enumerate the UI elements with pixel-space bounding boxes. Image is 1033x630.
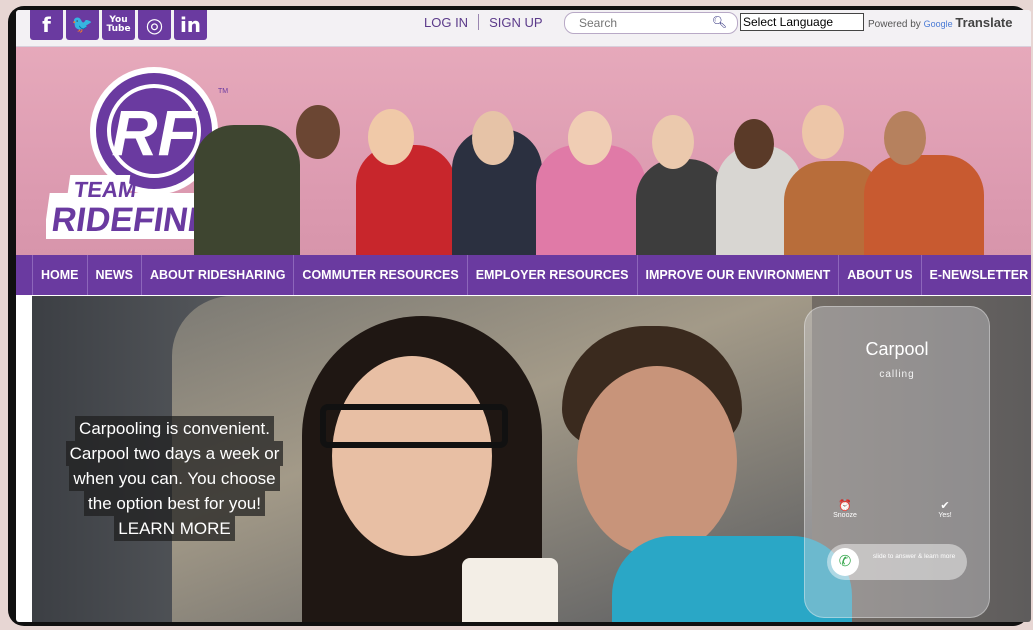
answer-slider[interactable]: ✆ slide to answer & learn more — [827, 544, 967, 580]
learn-more-link[interactable]: LEARN MORE — [114, 516, 235, 541]
banner-person — [636, 159, 728, 255]
alarm-icon: ⏰ — [838, 500, 852, 512]
nav-news[interactable]: NEWS — [88, 255, 142, 295]
slider-label: slide to answer & learn more — [872, 553, 956, 560]
translate-link[interactable]: Translate — [955, 15, 1012, 30]
coffee-cup — [462, 558, 558, 622]
man-face — [577, 366, 737, 556]
nav-commuter-resources[interactable]: COMMUTER RESOURCES — [294, 255, 468, 295]
nav-about-us[interactable]: ABOUT US — [839, 255, 922, 295]
callout-line: Carpooling is convenient. — [75, 416, 274, 441]
call-title: Carpool — [865, 339, 929, 359]
header-banner: RF TM TEAM RIDEFINDERS — [16, 47, 1031, 255]
woman-glasses — [320, 404, 508, 448]
google-logo: Google — [923, 19, 953, 29]
banner-person — [356, 145, 456, 255]
nav-e-newsletter[interactable]: E-NEWSLETTER — [922, 255, 1031, 295]
phone-icon[interactable]: ✆ — [831, 548, 859, 576]
banner-person-head — [368, 109, 414, 165]
twitter-icon[interactable]: 🐦 — [66, 10, 99, 40]
main-nav: HOME NEWS ABOUT RIDESHARING COMMUTER RES… — [16, 255, 1031, 295]
svg-text:TEAM: TEAM — [72, 177, 138, 202]
banner-person-head — [734, 119, 774, 169]
search-box: 🔍︎ — [564, 12, 738, 34]
yes-label: Yes! — [938, 512, 952, 519]
login-link[interactable]: LOG IN — [424, 15, 468, 30]
banner-person-head — [568, 111, 612, 165]
powered-by-label: Powered by — [868, 19, 921, 30]
snooze-button[interactable]: ⏰ Snooze — [827, 499, 863, 519]
callout-line: the option best for you! — [84, 491, 265, 516]
banner-person-head — [472, 111, 514, 165]
search-icon[interactable]: 🔍︎ — [712, 15, 727, 29]
banner-person — [864, 155, 984, 255]
callout-line: Carpool two days a week or — [65, 441, 284, 466]
incoming-call-card: Carpool calling ⏰ Snooze ✔ Yes! ✆ slide … — [804, 306, 990, 618]
hero-slide[interactable]: Carpooling is convenient. Carpool two da… — [32, 296, 1031, 622]
language-select[interactable]: Select Language — [740, 13, 864, 31]
nav-improve-environment[interactable]: IMPROVE OUR ENVIRONMENT — [638, 255, 840, 295]
linkedin-icon[interactable]: in — [174, 10, 207, 40]
auth-links: LOG IN SIGN UP — [424, 14, 543, 30]
browser-viewport: f 🐦 You Tube ◎ in LOG IN SIGN UP 🔍︎ Sele… — [16, 10, 1031, 622]
facebook-icon[interactable]: f — [30, 10, 63, 40]
search-input[interactable] — [577, 15, 711, 31]
social-links: f 🐦 You Tube ◎ in — [30, 10, 207, 40]
youtube-icon[interactable]: You Tube — [102, 10, 135, 40]
banner-person-head — [296, 105, 340, 159]
top-bar: f 🐦 You Tube ◎ in LOG IN SIGN UP 🔍︎ Sele… — [16, 10, 1031, 47]
nav-about-ridesharing[interactable]: ABOUT RIDESHARING — [142, 255, 295, 295]
hero-callout: Carpooling is convenient. Carpool two da… — [52, 416, 297, 541]
instagram-icon[interactable]: ◎ — [138, 10, 171, 40]
yes-button[interactable]: ✔ Yes! — [927, 499, 963, 519]
banner-person — [194, 125, 300, 255]
banner-person-head — [884, 111, 926, 165]
google-translate-credit: Powered by Google Translate — [868, 15, 1013, 30]
banner-person-head — [802, 105, 844, 159]
snooze-label: Snooze — [833, 512, 857, 519]
nav-employer-resources[interactable]: EMPLOYER RESOURCES — [468, 255, 638, 295]
svg-text:RF: RF — [111, 97, 198, 169]
callout-line: when you can. You choose — [69, 466, 280, 491]
divider — [478, 14, 480, 30]
woman-face — [332, 356, 492, 556]
signup-link[interactable]: SIGN UP — [489, 15, 542, 30]
nav-home[interactable]: HOME — [32, 255, 88, 295]
banner-person-head — [652, 115, 694, 169]
check-icon: ✔ — [940, 500, 950, 512]
call-status: calling — [879, 369, 915, 380]
svg-text:TM: TM — [218, 88, 228, 95]
